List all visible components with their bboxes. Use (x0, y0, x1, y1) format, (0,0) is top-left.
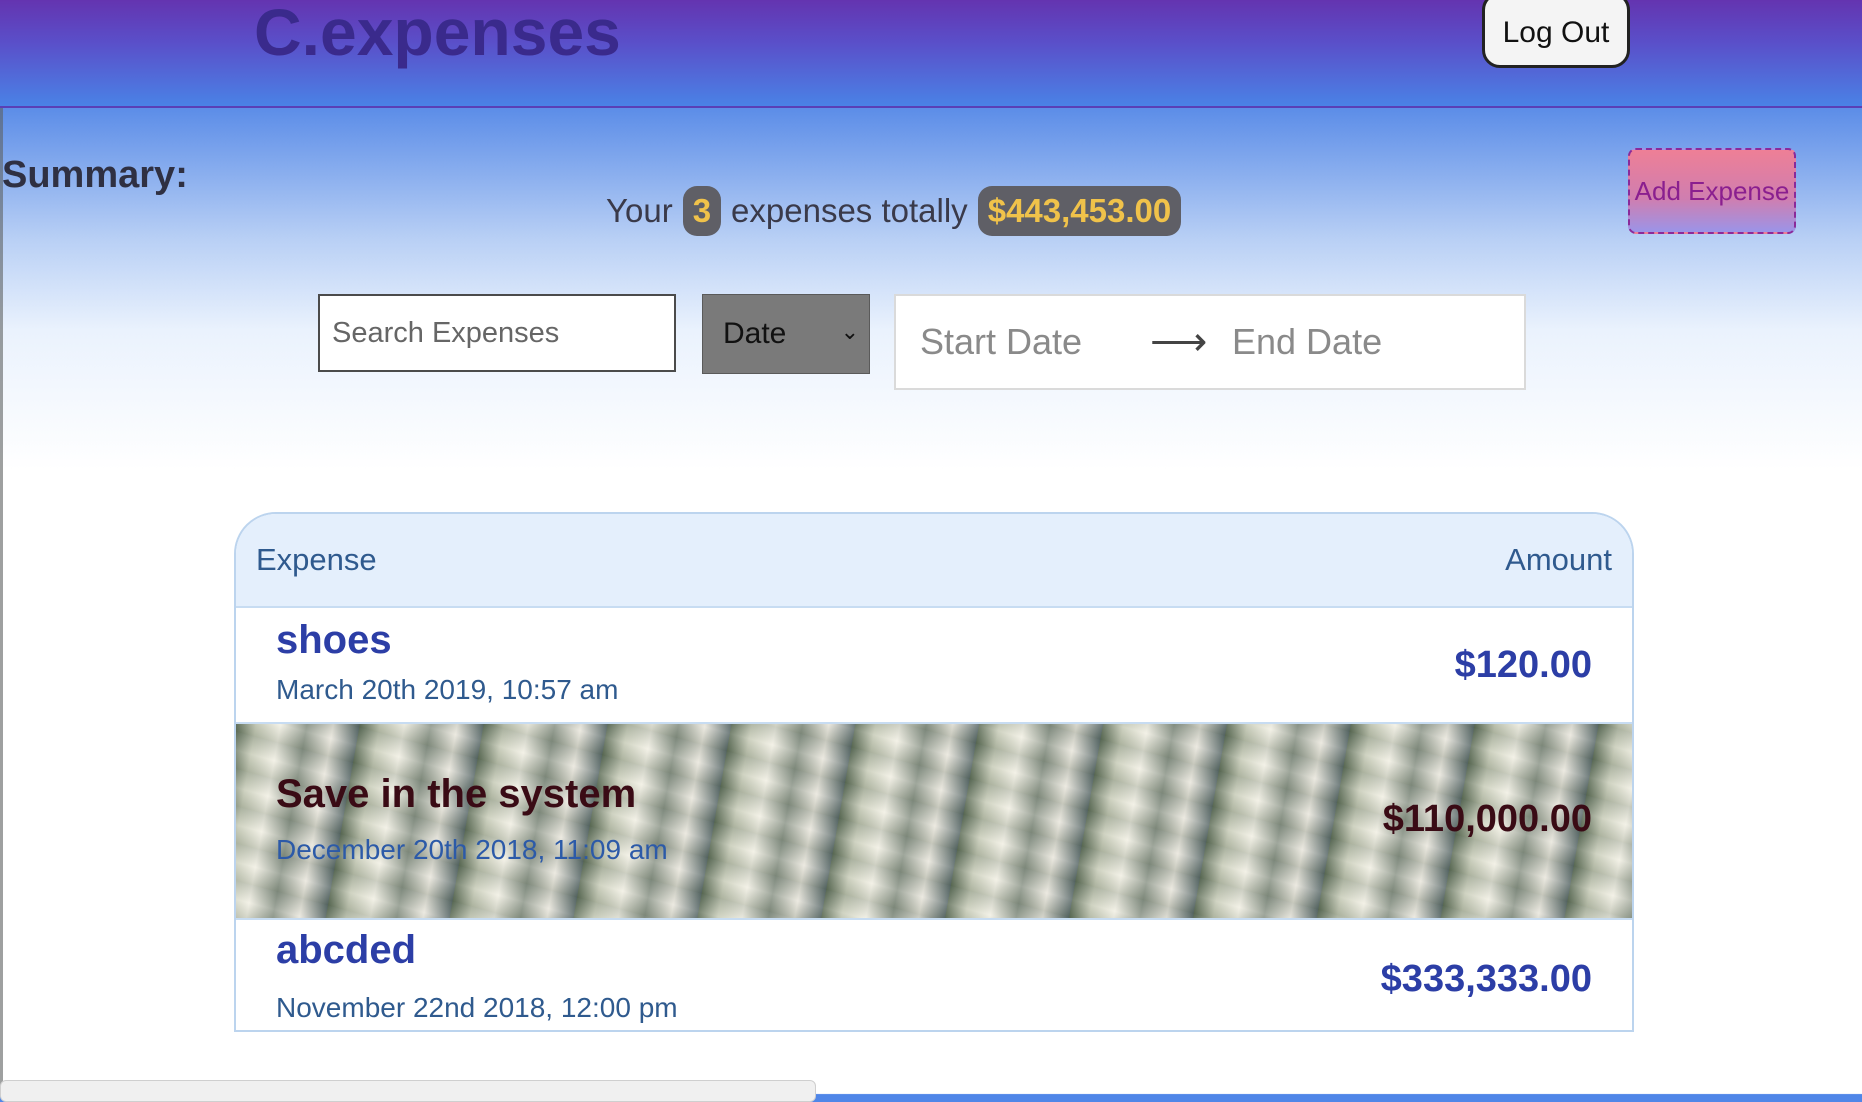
brand-title: C.expenses (254, 0, 621, 69)
expense-date: November 22nd 2018, 12:00 pm (276, 992, 678, 1023)
table-row[interactable]: Save in the system December 20th 2018, 1… (236, 724, 1632, 920)
column-amount: Amount (1505, 542, 1612, 577)
summary-prefix: Your (606, 192, 673, 229)
expense-date: March 20th 2019, 10:57 am (276, 674, 619, 705)
date-range-picker[interactable]: Start Date ⟶ End Date (894, 294, 1526, 390)
expense-name[interactable]: Save in the system (276, 772, 636, 817)
expense-count-badge: 3 (682, 186, 722, 236)
table-row[interactable]: shoes March 20th 2019, 10:57 am $120.00 (236, 608, 1632, 724)
search-input[interactable] (318, 294, 676, 372)
expenses-table: Expense Amount shoes March 20th 2019, 10… (234, 512, 1634, 1032)
start-date-input[interactable]: Start Date (920, 321, 1150, 363)
expense-amount: $120.00 (1454, 644, 1592, 686)
logout-button[interactable]: Log Out (1482, 0, 1630, 68)
expense-amount: $110,000.00 (1382, 798, 1592, 840)
summary-title: Summary: (2, 154, 188, 196)
expense-date: December 20th 2018, 11:09 am (276, 834, 668, 865)
expense-amount: $333,333.00 (1380, 958, 1592, 1000)
summary-text: Your 3 expenses totally $443,453.00 (606, 184, 1191, 238)
expense-name[interactable]: shoes (276, 618, 392, 663)
chevron-down-icon: ⌄ (840, 319, 859, 344)
add-expense-button[interactable]: Add Expense (1628, 148, 1796, 234)
summary-middle: expenses totally (731, 192, 968, 229)
end-date-input[interactable]: End Date (1232, 321, 1382, 363)
arrow-right-icon: ⟶ (1150, 320, 1208, 364)
horizontal-scrollbar[interactable] (0, 1080, 816, 1102)
header: C.expenses Log Out (0, 0, 1862, 108)
table-row[interactable]: abcded November 22nd 2018, 12:00 pm $333… (236, 920, 1632, 1030)
sort-select[interactable]: Date ⌄ (702, 294, 870, 374)
expense-total-badge: $443,453.00 (977, 186, 1182, 236)
sort-selected-value: Date (723, 317, 787, 350)
column-expense: Expense (256, 542, 377, 577)
table-header: Expense Amount (236, 514, 1632, 608)
expense-name[interactable]: abcded (276, 928, 416, 973)
